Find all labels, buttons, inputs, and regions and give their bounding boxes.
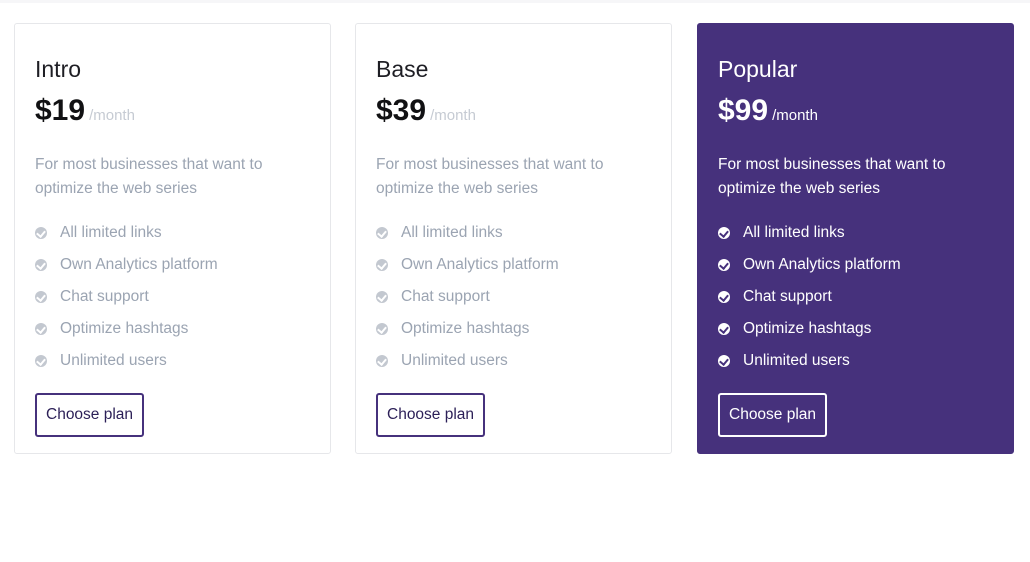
choose-plan-button[interactable]: Choose plan xyxy=(35,393,145,437)
feature-item: Unlimited users xyxy=(376,345,651,377)
feature-list: All limited links Own Analytics platform… xyxy=(718,217,993,377)
check-circle-icon xyxy=(718,227,730,239)
feature-label: Optimize hashtags xyxy=(743,320,872,337)
feature-label: Chat support xyxy=(743,288,832,305)
top-divider xyxy=(0,0,1030,3)
price-row: $39 /month xyxy=(376,94,651,132)
check-circle-icon xyxy=(35,355,47,367)
price-row: $99 /month xyxy=(718,94,993,132)
feature-label: Unlimited users xyxy=(60,352,167,369)
check-circle-icon xyxy=(376,259,388,271)
plan-card-popular: Popular $99 /month For most businesses t… xyxy=(697,23,1014,454)
feature-label: Own Analytics platform xyxy=(401,256,559,273)
feature-label: Own Analytics platform xyxy=(743,256,901,273)
feature-item: Optimize hashtags xyxy=(718,313,993,345)
feature-item: Unlimited users xyxy=(35,345,310,377)
feature-item: Own Analytics platform xyxy=(718,249,993,281)
feature-item: All limited links xyxy=(35,217,310,249)
plan-description: For most businesses that want to optimiz… xyxy=(376,156,604,197)
check-circle-icon xyxy=(376,291,388,303)
feature-list: All limited links Own Analytics platform… xyxy=(35,217,310,377)
check-circle-icon xyxy=(718,259,730,271)
check-circle-icon xyxy=(376,355,388,367)
check-circle-icon xyxy=(718,355,730,367)
plan-name: Intro xyxy=(35,56,82,82)
plan-card-intro: Intro $19 /month For most businesses tha… xyxy=(14,23,331,454)
plan-price: $19 xyxy=(35,94,86,127)
price-row: $19 /month xyxy=(35,94,310,132)
feature-label: All limited links xyxy=(743,224,845,241)
feature-list: All limited links Own Analytics platform… xyxy=(376,217,651,377)
feature-item: Optimize hashtags xyxy=(376,313,651,345)
feature-label: Unlimited users xyxy=(743,352,850,369)
feature-label: Chat support xyxy=(401,288,490,305)
feature-item: Chat support xyxy=(718,281,993,313)
plan-card-base: Base $39 /month For most businesses that… xyxy=(355,23,672,454)
feature-item: Optimize hashtags xyxy=(35,313,310,345)
check-circle-icon xyxy=(35,323,47,335)
pricing-plans: Intro $19 /month For most businesses tha… xyxy=(14,23,1014,454)
check-circle-icon xyxy=(718,323,730,335)
feature-item: Own Analytics platform xyxy=(35,249,310,281)
plan-name: Base xyxy=(376,56,429,82)
feature-label: All limited links xyxy=(401,224,503,241)
feature-item: All limited links xyxy=(376,217,651,249)
price-period: /month xyxy=(430,107,476,124)
plan-price: $39 xyxy=(376,94,427,127)
check-circle-icon xyxy=(376,227,388,239)
feature-label: Optimize hashtags xyxy=(60,320,189,337)
check-circle-icon xyxy=(718,291,730,303)
feature-item: Unlimited users xyxy=(718,345,993,377)
price-period: /month xyxy=(89,107,135,124)
plan-description: For most businesses that want to optimiz… xyxy=(35,156,263,197)
check-circle-icon xyxy=(376,323,388,335)
check-circle-icon xyxy=(35,291,47,303)
plan-price: $99 xyxy=(718,94,769,127)
feature-label: Optimize hashtags xyxy=(401,320,530,337)
plan-name: Popular xyxy=(718,56,798,82)
feature-label: Chat support xyxy=(60,288,149,305)
feature-label: Unlimited users xyxy=(401,352,508,369)
choose-plan-button[interactable]: Choose plan xyxy=(376,393,486,437)
check-circle-icon xyxy=(35,259,47,271)
feature-item: All limited links xyxy=(718,217,993,249)
feature-item: Chat support xyxy=(376,281,651,313)
feature-item: Own Analytics platform xyxy=(376,249,651,281)
plan-description: For most businesses that want to optimiz… xyxy=(718,156,946,197)
check-circle-icon xyxy=(35,227,47,239)
price-period: /month xyxy=(772,107,818,124)
choose-plan-button[interactable]: Choose plan xyxy=(718,393,828,437)
feature-label: All limited links xyxy=(60,224,162,241)
feature-label: Own Analytics platform xyxy=(60,256,218,273)
feature-item: Chat support xyxy=(35,281,310,313)
